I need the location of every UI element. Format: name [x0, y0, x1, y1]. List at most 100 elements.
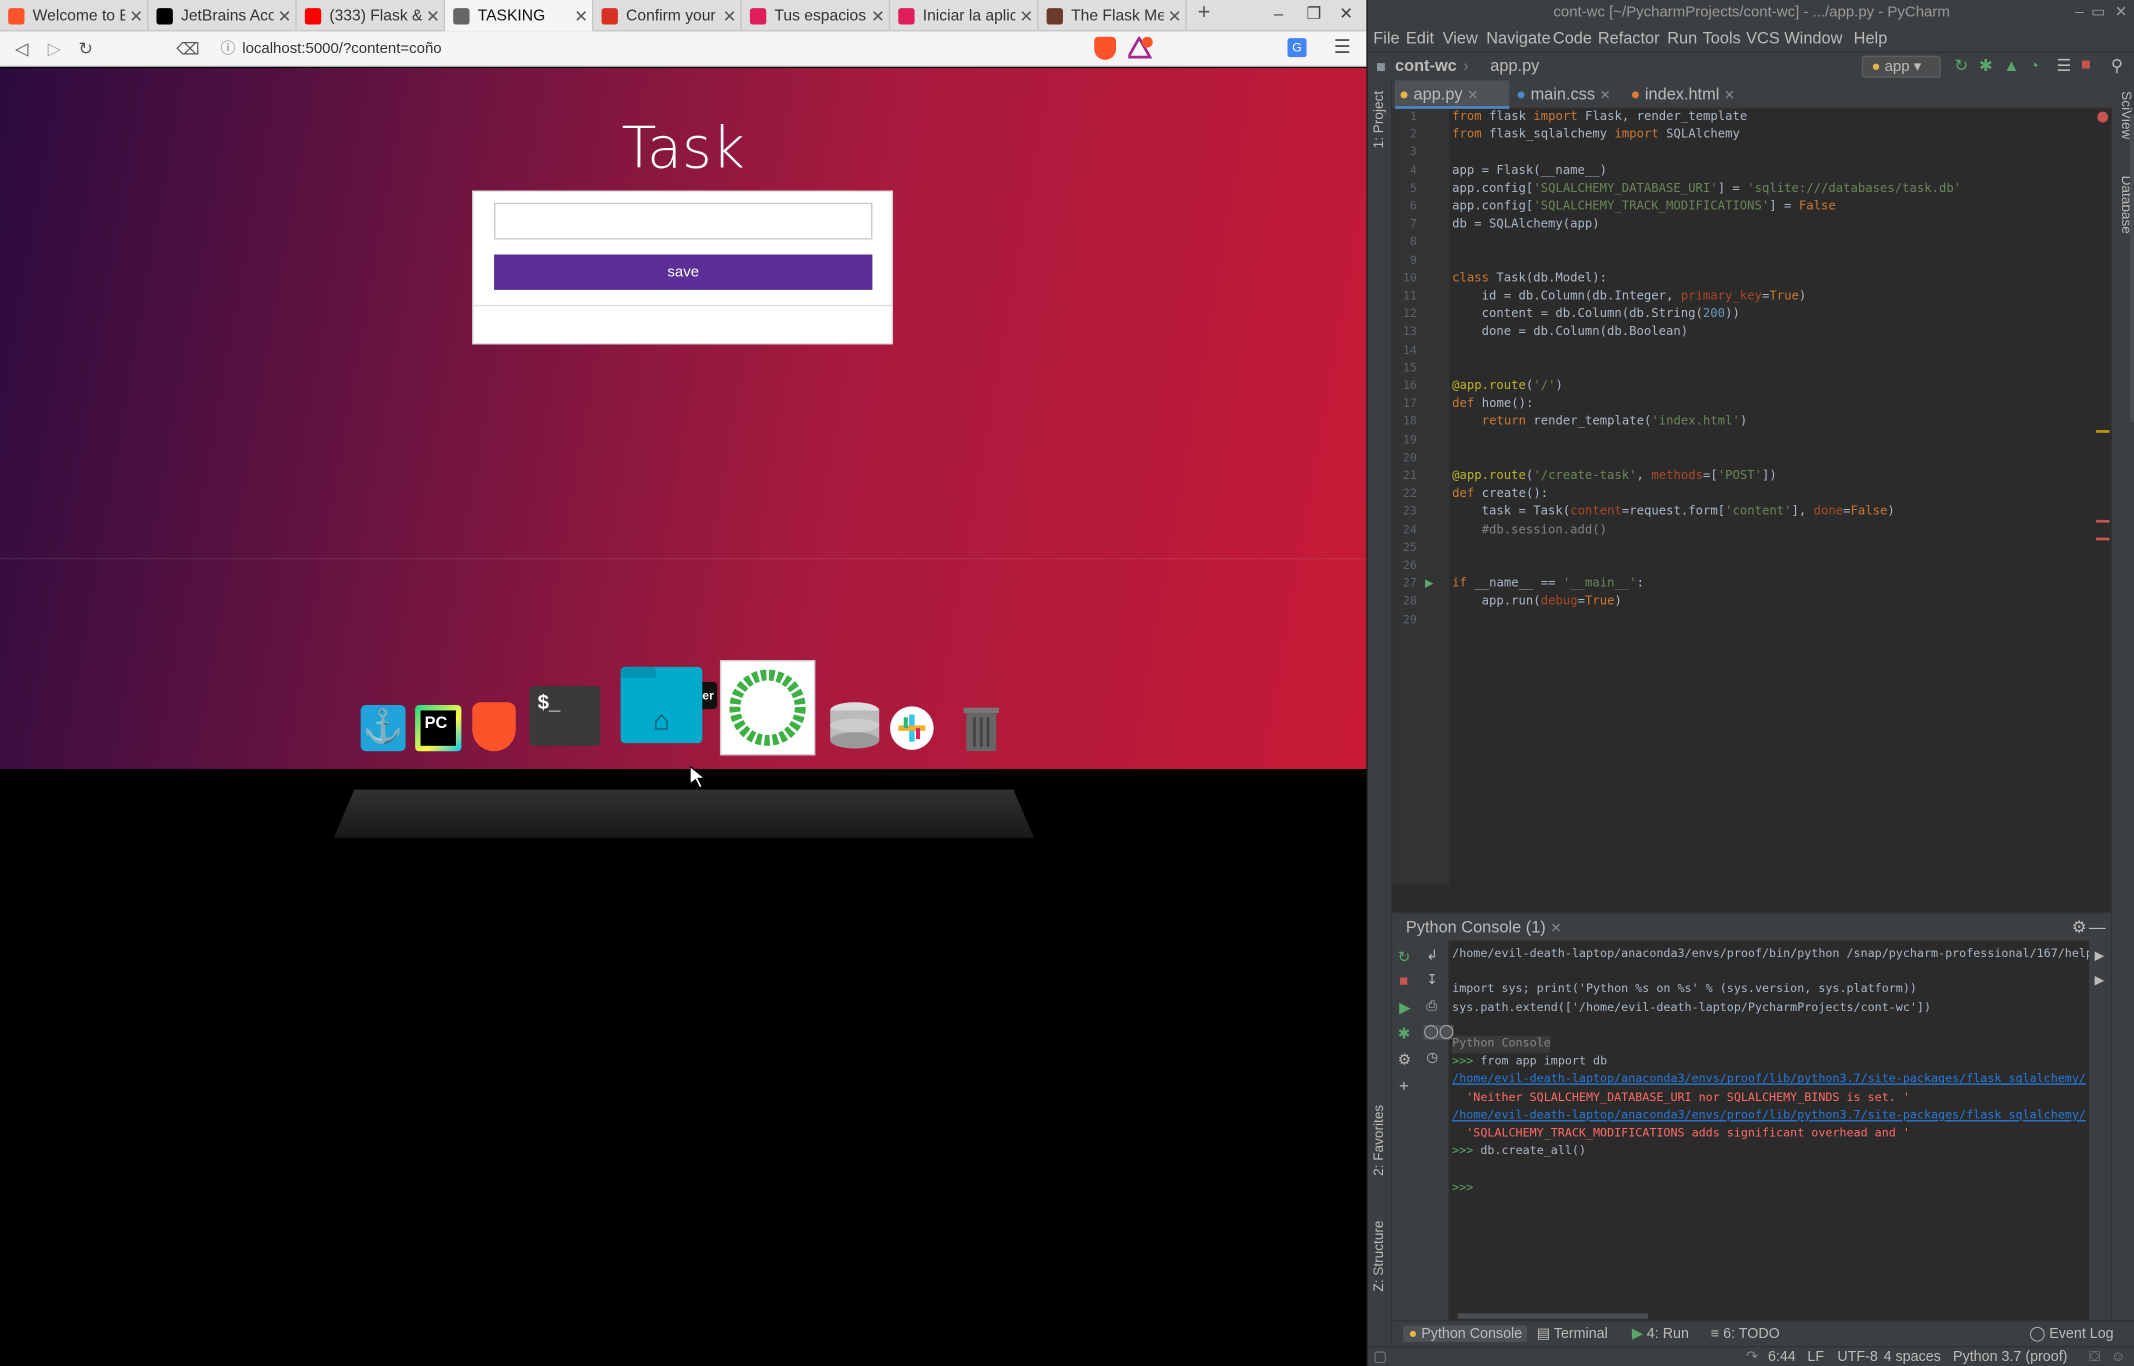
error-marker[interactable]	[2095, 519, 2110, 523]
run-gutter-icon[interactable]: ▶	[1425, 577, 1433, 589]
close-tab-icon[interactable]: ✕	[1600, 88, 1611, 103]
code-line[interactable]: #db.session.add()	[1452, 522, 1607, 540]
close-tab-icon[interactable]: ✕	[274, 6, 296, 25]
tab-run[interactable]: ▶ 4: Run	[1632, 1326, 1689, 1342]
execute-icon[interactable]: ▶	[2095, 949, 2104, 964]
stop-icon[interactable]: ■	[2081, 54, 2091, 73]
lock-icon[interactable]: ⛋	[2089, 1349, 2100, 1366]
settings-icon[interactable]: ⚙	[1398, 1051, 1411, 1068]
code-line[interactable]: class Task(db.Model):	[1452, 271, 1607, 289]
code-line[interactable]: @app.route('/create-task', methods=['POS…	[1452, 468, 1777, 486]
console-scrollbar[interactable]	[1457, 1313, 1649, 1319]
brave-icon[interactable]	[472, 702, 516, 752]
code-line[interactable]: done = db.Column(db.Boolean)	[1452, 324, 1688, 342]
code-line[interactable]: app.config['SQLALCHEMY_TRACK_MODIFICATIO…	[1452, 199, 1836, 217]
close-tab-icon[interactable]: ✕	[1467, 88, 1478, 103]
menu-code[interactable]: Code	[1553, 29, 1592, 48]
tab-index-html[interactable]: ● index.html ✕	[1626, 80, 1751, 109]
editor-scrollbar[interactable]	[2129, 114, 2134, 422]
code-line[interactable]: @app.route('/')	[1452, 378, 1563, 396]
caret-position[interactable]: 6:44	[1768, 1349, 1796, 1365]
close-tab-icon[interactable]: ✕	[1015, 6, 1037, 25]
code-line[interactable]: from flask_sqlalchemy import SQLAlchemy	[1452, 127, 1740, 145]
home-folder-icon[interactable]: ⌂	[620, 666, 703, 744]
rerun-icon[interactable]: ↻	[1954, 56, 1968, 75]
history-icon[interactable]: ◷	[1426, 1051, 1438, 1066]
terminal-icon[interactable]: $_	[529, 685, 601, 746]
menu-tools[interactable]: Tools	[1703, 29, 1741, 48]
tab-terminal[interactable]: ▤ Terminal	[1537, 1326, 1608, 1342]
browser-tab[interactable]: (333) Flask & ✕	[297, 0, 446, 32]
browser-tab[interactable]: Confirm your ✕	[593, 0, 742, 32]
interpreter[interactable]: Python 3.7 (proof)	[1953, 1349, 2067, 1365]
warning-marker[interactable]	[2095, 430, 2110, 433]
stop-icon[interactable]: ■	[1399, 973, 1408, 989]
tab-todo[interactable]: ≡ 6: TODO	[1711, 1326, 1780, 1342]
close-tab-icon[interactable]: ✕	[570, 6, 592, 25]
event-log[interactable]: ◯ Event Log	[2029, 1326, 2113, 1342]
browser-tab[interactable]: Welcome to B ✕	[0, 0, 149, 32]
debug-icon[interactable]: ✱	[1398, 1025, 1411, 1042]
hide-icon[interactable]: —	[2089, 913, 2105, 940]
breadcrumb-project[interactable]: cont-wc	[1395, 56, 1457, 75]
close-tab-icon[interactable]: ✕	[1724, 88, 1735, 103]
ring-app-icon[interactable]	[719, 660, 816, 756]
close-tab-icon[interactable]: ✕	[125, 6, 147, 25]
brave-shield-icon[interactable]	[1094, 36, 1117, 60]
code-line[interactable]: app.config['SQLALCHEMY_DATABASE_URI'] = …	[1452, 181, 1961, 199]
execute-icon[interactable]: ▶	[2095, 973, 2104, 988]
translate-icon[interactable]: G	[1287, 38, 1307, 58]
forward-icon[interactable]: ▷	[42, 37, 66, 61]
code-line[interactable]: db = SQLAlchemy(app)	[1452, 217, 1599, 235]
close-icon[interactable]: ✕	[1339, 4, 1353, 23]
code-line[interactable]: def create():	[1452, 486, 1548, 504]
code-line[interactable]: id = db.Column(db.Integer, primary_key=T…	[1452, 289, 1807, 307]
breadcrumb-file[interactable]: app.py	[1490, 56, 1539, 75]
menu-edit[interactable]: Edit	[1406, 29, 1434, 48]
menu-icon[interactable]: ☰	[1334, 35, 1351, 58]
save-button[interactable]: save	[494, 254, 873, 290]
menu-file[interactable]: File	[1373, 29, 1399, 48]
line-separator[interactable]: LF	[1807, 1349, 1824, 1365]
trash-icon[interactable]	[961, 705, 1002, 752]
tab-app-py[interactable]: ● app.py ✕	[1395, 80, 1510, 109]
browser-tab[interactable]: TASKING ✕	[445, 0, 594, 32]
error-marker[interactable]	[2095, 537, 2110, 541]
error-indicator-icon[interactable]	[2097, 111, 2109, 123]
code-line[interactable]: if __name__ == '__main__':	[1452, 576, 1644, 594]
rerun-icon[interactable]: ↻	[1398, 949, 1411, 966]
minimize-icon[interactable]: –	[1274, 4, 1283, 23]
print-icon[interactable]: ⎙	[1426, 999, 1437, 1014]
debug-icon[interactable]: ✱	[1979, 56, 1993, 75]
rewards-icon[interactable]	[1125, 35, 1153, 59]
tool-window-structure[interactable]: Z: Structure	[1372, 1220, 1387, 1291]
url-field[interactable]: ⓘ localhost:5000/?content=coño	[215, 35, 1086, 62]
scroll-end-icon[interactable]: ↧	[1426, 973, 1437, 988]
code-line[interactable]: app = Flask(__name__)	[1452, 163, 1607, 181]
reload-icon[interactable]: ↻	[73, 37, 97, 61]
new-tab-button[interactable]: +	[1198, 1, 1211, 25]
browser-tab[interactable]: Iniciar la aplic ✕	[890, 0, 1039, 32]
slack-icon[interactable]	[890, 706, 934, 750]
search-icon[interactable]: ⚲	[2111, 56, 2123, 75]
tool-window-favorites[interactable]: 2: Favorites	[1372, 1105, 1387, 1176]
menu-run[interactable]: Run	[1667, 29, 1697, 48]
code-line[interactable]: task = Task(content=request.form['conten…	[1452, 504, 1895, 522]
gear-icon[interactable]: ⚙	[2072, 913, 2087, 940]
menu-refactor[interactable]: Refactor	[1598, 29, 1660, 48]
menu-view[interactable]: View	[1443, 29, 1478, 48]
browser-tab[interactable]: Tus espacios ✕	[742, 0, 891, 32]
menu-window[interactable]: Window	[1784, 29, 1842, 48]
code-line[interactable]: return render_template('index.html')	[1452, 414, 1748, 432]
database-icon[interactable]	[829, 700, 881, 752]
run-icon[interactable]: ▶	[1399, 999, 1411, 1016]
close-tab-icon[interactable]: ✕	[719, 6, 741, 25]
console-output[interactable]: /home/evil-death-laptop/anaconda3/envs/p…	[1449, 940, 2093, 1310]
tab-python-console[interactable]: ● Python Console	[1403, 1325, 1528, 1342]
build-icon[interactable]: ☰	[2056, 56, 2071, 75]
back-icon[interactable]: ◁	[10, 37, 34, 61]
pycharm-icon[interactable]: PC	[415, 704, 462, 752]
close-tab-icon[interactable]: ✕	[1164, 6, 1186, 25]
code-editor[interactable]: from flask import Flask, render_template…	[1449, 108, 2111, 885]
browser-tab[interactable]: The Flask Me ✕	[1038, 0, 1187, 32]
